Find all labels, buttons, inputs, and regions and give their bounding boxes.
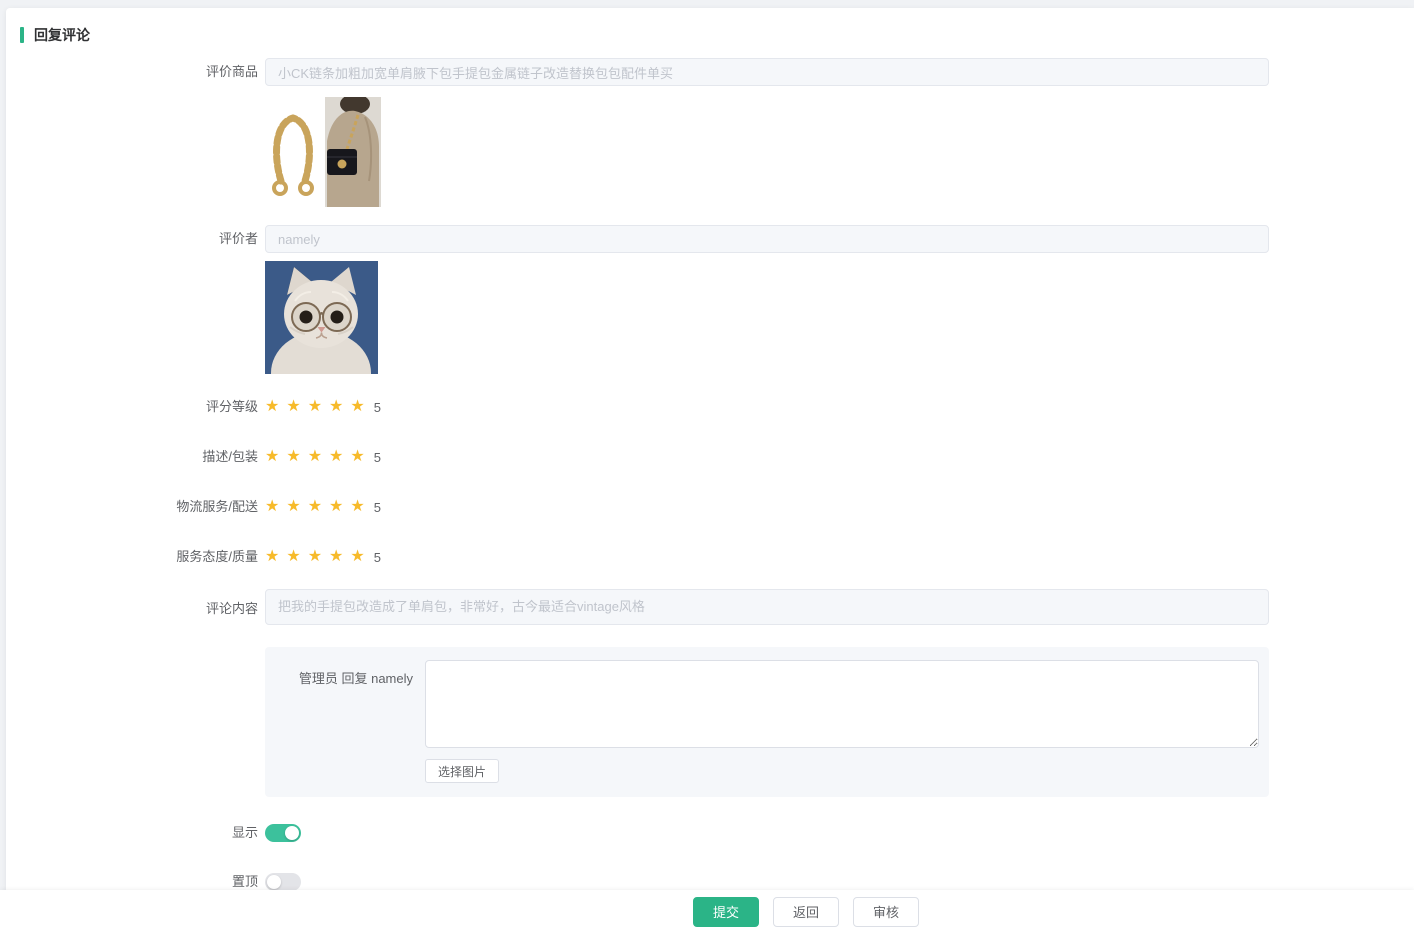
show-toggle[interactable] bbox=[265, 824, 301, 842]
admin-reply-row: 管理员 回复 namely 选择图片 bbox=[6, 647, 1414, 797]
star-rating: ★ ★ ★ ★ ★ 5 bbox=[265, 447, 381, 467]
product-image-bag bbox=[325, 97, 381, 207]
star-icon: ★ bbox=[329, 447, 343, 467]
content-card: 回复评论 评价商品 bbox=[6, 8, 1414, 890]
rating-label: 服务态度/质量 bbox=[6, 547, 258, 567]
star-icon: ★ bbox=[350, 497, 364, 517]
reviewer-avatar bbox=[265, 261, 378, 374]
page-header: 回复评论 bbox=[6, 8, 1414, 45]
pin-toggle[interactable] bbox=[265, 873, 301, 890]
show-toggle-label: 显示 bbox=[6, 824, 258, 842]
star-icon: ★ bbox=[286, 547, 300, 567]
comment-row: 评论内容 把我的手提包改造成了单肩包，非常好，古今最适合vintage风格 bbox=[6, 589, 1414, 625]
star-icon: ★ bbox=[308, 447, 322, 467]
rating-row-description: 描述/包装 ★ ★ ★ ★ ★ 5 bbox=[6, 447, 1414, 467]
audit-button[interactable]: 审核 bbox=[853, 897, 919, 927]
star-icon: ★ bbox=[265, 547, 279, 567]
pin-toggle-label: 置顶 bbox=[6, 873, 258, 890]
star-icon: ★ bbox=[308, 497, 322, 517]
submit-button[interactable]: 提交 bbox=[693, 897, 759, 927]
star-icon: ★ bbox=[329, 497, 343, 517]
comment-content: 把我的手提包改造成了单肩包，非常好，古今最适合vintage风格 bbox=[265, 589, 1269, 625]
rating-label: 评分等级 bbox=[6, 397, 258, 417]
star-icon: ★ bbox=[265, 447, 279, 467]
star-icon: ★ bbox=[308, 547, 322, 567]
reviewer-row: 评价者 bbox=[6, 225, 1414, 253]
admin-reply-textarea[interactable] bbox=[425, 660, 1259, 748]
footer-action-bar: 提交 返回 审核 bbox=[0, 890, 1414, 933]
reply-comment-form: 评价商品 bbox=[6, 58, 1414, 890]
star-rating: ★ ★ ★ ★ ★ 5 bbox=[265, 497, 381, 517]
rating-row-logistics: 物流服务/配送 ★ ★ ★ ★ ★ 5 bbox=[6, 497, 1414, 517]
product-image-chain bbox=[265, 97, 321, 207]
toggle-knob bbox=[285, 826, 299, 840]
star-icon: ★ bbox=[286, 497, 300, 517]
star-icon: ★ bbox=[308, 397, 322, 417]
star-icon: ★ bbox=[329, 547, 343, 567]
back-button[interactable]: 返回 bbox=[773, 897, 839, 927]
choose-image-button[interactable]: 选择图片 bbox=[425, 759, 499, 783]
star-icon: ★ bbox=[265, 497, 279, 517]
star-icon: ★ bbox=[265, 397, 279, 417]
rating-label: 描述/包装 bbox=[6, 447, 258, 467]
star-icon: ★ bbox=[329, 397, 343, 417]
product-row: 评价商品 bbox=[6, 58, 1414, 86]
star-icon: ★ bbox=[286, 447, 300, 467]
product-images-row bbox=[6, 97, 1414, 207]
star-icon: ★ bbox=[350, 547, 364, 567]
admin-reply-panel: 管理员 回复 namely 选择图片 bbox=[265, 647, 1269, 797]
rating-score: 5 bbox=[374, 400, 381, 415]
star-icon: ★ bbox=[286, 397, 300, 417]
pin-toggle-row: 置顶 bbox=[6, 873, 1414, 890]
rating-label: 物流服务/配送 bbox=[6, 497, 258, 517]
reviewer-label: 评价者 bbox=[6, 225, 258, 253]
rating-row-overall: 评分等级 ★ ★ ★ ★ ★ 5 bbox=[6, 397, 1414, 417]
title-accent-bar bbox=[20, 27, 24, 43]
star-icon: ★ bbox=[350, 397, 364, 417]
reviewer-input bbox=[265, 225, 1269, 253]
rating-score: 5 bbox=[374, 500, 381, 515]
rating-row-service: 服务态度/质量 ★ ★ ★ ★ ★ 5 bbox=[6, 547, 1414, 567]
product-input bbox=[265, 58, 1269, 86]
rating-score: 5 bbox=[374, 550, 381, 565]
rating-score: 5 bbox=[374, 450, 381, 465]
avatar-row bbox=[6, 261, 1414, 374]
star-rating: ★ ★ ★ ★ ★ 5 bbox=[265, 397, 381, 417]
product-label: 评价商品 bbox=[6, 58, 258, 86]
star-rating: ★ ★ ★ ★ ★ 5 bbox=[265, 547, 381, 567]
star-icon: ★ bbox=[350, 447, 364, 467]
toggle-knob bbox=[267, 875, 281, 889]
show-toggle-row: 显示 bbox=[6, 824, 1414, 842]
page-title: 回复评论 bbox=[34, 25, 90, 45]
comment-label: 评论内容 bbox=[6, 589, 258, 625]
admin-reply-label: 管理员 回复 namely bbox=[265, 660, 425, 687]
